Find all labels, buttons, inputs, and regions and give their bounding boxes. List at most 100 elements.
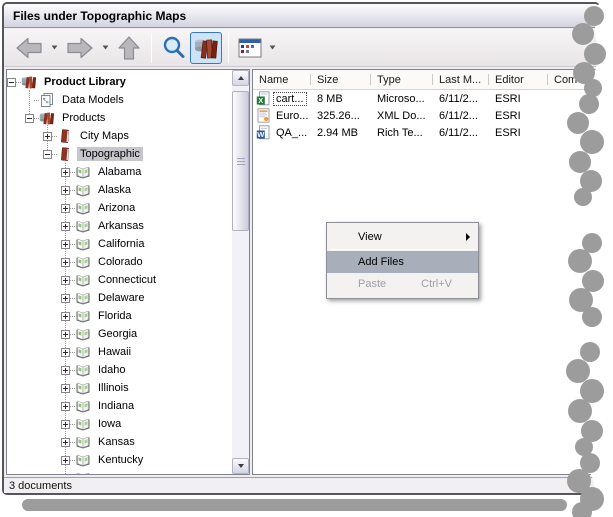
tree-expander[interactable] bbox=[61, 329, 70, 339]
tree-item[interactable] bbox=[7, 469, 232, 474]
tree-item-label[interactable]: City Maps bbox=[77, 129, 132, 143]
tree-item[interactable]: Arkansas bbox=[7, 217, 232, 235]
tree-expander[interactable] bbox=[25, 113, 34, 123]
forward-button[interactable] bbox=[62, 32, 98, 64]
tree-item[interactable]: Kansas bbox=[7, 433, 232, 451]
tree-expander[interactable] bbox=[7, 77, 16, 87]
tree-expander[interactable] bbox=[61, 311, 70, 321]
tree-item-label[interactable]: Colorado bbox=[95, 255, 146, 269]
tree-expander[interactable] bbox=[61, 383, 70, 393]
tree-expander[interactable] bbox=[43, 131, 52, 141]
menu-item-add-files[interactable]: Add Files bbox=[327, 251, 478, 273]
tree-item[interactable]: Delaware bbox=[7, 289, 232, 307]
state-solution-icon bbox=[75, 254, 91, 270]
back-dropdown[interactable] bbox=[51, 45, 58, 50]
dropdown-caret-icon bbox=[51, 45, 58, 50]
tree-expander[interactable] bbox=[61, 419, 70, 429]
tree-item[interactable]: Arizona bbox=[7, 199, 232, 217]
tree-item-label[interactable]: Delaware bbox=[95, 291, 147, 305]
tree-item-label[interactable]: Hawaii bbox=[95, 345, 134, 359]
tree-item-label[interactable]: Data Models bbox=[59, 93, 127, 107]
tree-item[interactable]: Iowa bbox=[7, 415, 232, 433]
file-modified-cell: 6/11/2... bbox=[439, 92, 478, 105]
tree-item-label[interactable]: Connecticut bbox=[95, 273, 159, 287]
tree-item[interactable]: Product Library bbox=[7, 73, 232, 91]
tree-item-label[interactable]: Florida bbox=[95, 309, 135, 323]
window-titlebar[interactable]: Files under Topographic Maps bbox=[4, 4, 598, 28]
tree-expander[interactable] bbox=[61, 167, 70, 177]
scrollbar-up-button[interactable] bbox=[232, 70, 249, 86]
tree-item[interactable]: City Maps bbox=[7, 127, 232, 145]
tree-item[interactable]: Colorado bbox=[7, 253, 232, 271]
menu-item-view[interactable]: View bbox=[327, 226, 478, 248]
tree-item[interactable]: Alaska bbox=[7, 181, 232, 199]
tree-item[interactable]: California bbox=[7, 235, 232, 253]
column-header-type[interactable]: Type bbox=[371, 70, 433, 89]
scrollbar-thumb[interactable] bbox=[232, 91, 249, 231]
view-mode-button[interactable] bbox=[235, 32, 265, 64]
tree-item-label[interactable]: Topographic bbox=[77, 147, 143, 161]
tree-item[interactable]: Hawaii bbox=[7, 343, 232, 361]
tree-item[interactable]: Idaho bbox=[7, 361, 232, 379]
scrollbar-down-button[interactable] bbox=[232, 458, 249, 474]
tree-expander[interactable] bbox=[61, 473, 70, 474]
tree-item-label[interactable]: Alabama bbox=[95, 165, 144, 179]
up-button[interactable] bbox=[113, 32, 145, 64]
tree-item-label[interactable]: Iowa bbox=[95, 417, 124, 431]
tree-expander[interactable] bbox=[43, 149, 52, 159]
column-header-lastm[interactable]: Last M... bbox=[433, 70, 489, 89]
column-header-com[interactable]: Com bbox=[548, 70, 598, 89]
product-library-button[interactable] bbox=[190, 31, 222, 64]
table-row[interactable]: W QA_... 2.94 MB Rich Te... 6/11/2... ES… bbox=[253, 124, 598, 141]
back-button[interactable] bbox=[11, 32, 47, 64]
tree-scrollbar[interactable] bbox=[232, 70, 249, 474]
tree-expander[interactable] bbox=[61, 257, 70, 267]
tree-expander[interactable] bbox=[61, 347, 70, 357]
tree-item-label[interactable]: California bbox=[95, 237, 147, 251]
toolbar-separator bbox=[228, 32, 229, 63]
tree-item-label[interactable]: Product Library bbox=[41, 75, 129, 89]
tree-item[interactable]: Georgia bbox=[7, 325, 232, 343]
state-solution-icon bbox=[75, 326, 91, 342]
tree-item-label[interactable]: Idaho bbox=[95, 363, 129, 377]
tree-expander[interactable] bbox=[61, 401, 70, 411]
tree-item-label[interactable]: Arkansas bbox=[95, 219, 147, 233]
tree-item[interactable]: Illinois bbox=[7, 379, 232, 397]
view-mode-dropdown[interactable] bbox=[269, 45, 276, 50]
tree-item-label[interactable]: Kentucky bbox=[95, 453, 146, 467]
tree-item[interactable]: Indiana bbox=[7, 397, 232, 415]
column-header-name[interactable]: Name bbox=[253, 70, 311, 89]
tree-expander[interactable] bbox=[61, 437, 70, 447]
tree-expander[interactable] bbox=[61, 275, 70, 285]
tree-expander[interactable] bbox=[61, 365, 70, 375]
tree-expander[interactable] bbox=[61, 203, 70, 213]
tree-item-label[interactable]: Arizona bbox=[95, 201, 138, 215]
tree-expander[interactable] bbox=[61, 221, 70, 231]
search-button[interactable] bbox=[158, 32, 190, 64]
table-row[interactable]: X cart... 8 MB Microso... 6/11/2... ESRI bbox=[253, 90, 598, 107]
tree-item-label[interactable]: Kansas bbox=[95, 435, 138, 449]
tree-item-label[interactable]: Products bbox=[59, 111, 108, 125]
tree-item-label[interactable]: Illinois bbox=[95, 381, 132, 395]
tree-item-label[interactable]: Alaska bbox=[95, 183, 134, 197]
tree-expander[interactable] bbox=[61, 185, 70, 195]
column-header-editor[interactable]: Editor bbox=[489, 70, 548, 89]
menu-item-paste: Paste Ctrl+V bbox=[327, 273, 478, 295]
details-view-icon bbox=[238, 38, 262, 58]
table-row[interactable]: Euro... 325.26... XML Do... 6/11/2... ES… bbox=[253, 107, 598, 124]
tree-expander[interactable] bbox=[61, 293, 70, 303]
tree-item-label[interactable]: Georgia bbox=[95, 327, 140, 341]
tree-item[interactable]: Data Models bbox=[7, 91, 232, 109]
forward-dropdown[interactable] bbox=[102, 45, 109, 50]
tree-expander[interactable] bbox=[61, 239, 70, 249]
tree-item[interactable]: Products bbox=[7, 109, 232, 127]
tree-item-label[interactable]: Indiana bbox=[95, 399, 137, 413]
tree-item[interactable]: Alabama bbox=[7, 163, 232, 181]
tree-expander[interactable] bbox=[61, 455, 70, 465]
tree-item[interactable]: Topographic bbox=[7, 145, 232, 163]
tree-item[interactable]: Florida bbox=[7, 307, 232, 325]
tree-item[interactable]: Kentucky bbox=[7, 451, 232, 469]
tree-item[interactable]: Connecticut bbox=[7, 271, 232, 289]
column-header-size[interactable]: Size bbox=[311, 70, 371, 89]
file-type-cell: XML Do... bbox=[377, 109, 426, 122]
